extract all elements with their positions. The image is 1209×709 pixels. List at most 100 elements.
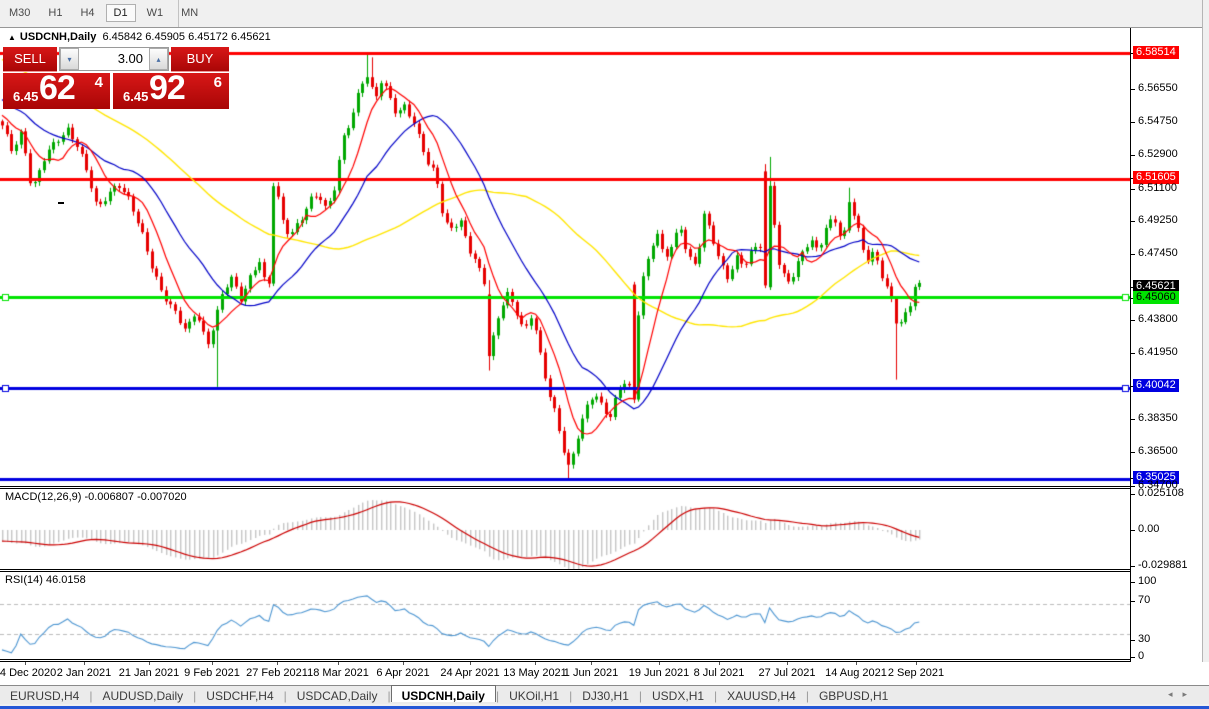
buy-price-digits: 92 (149, 69, 186, 107)
buy-price-display[interactable]: 6.45 92 6 (113, 69, 229, 109)
rsi-axis-tick (1131, 601, 1135, 602)
date-axis-tick (212, 662, 213, 665)
price-level-badge-red: 6.58514 (1133, 46, 1179, 59)
date-axis-tick (470, 662, 471, 665)
date-axis-label: 24 Apr 2021 (440, 667, 500, 679)
date-axis-tick (916, 662, 917, 665)
date-axis-tick (277, 662, 278, 665)
collapse-chart-icon[interactable]: ▲ (8, 33, 16, 42)
sell-price-display[interactable]: 6.45 62 4 (3, 69, 110, 109)
ohlc-open: 6.45842 (102, 31, 143, 43)
buy-price-pip: 6 (213, 74, 222, 91)
price-axis-label: 6.41950 (1138, 346, 1178, 358)
price-axis-tick (1131, 452, 1135, 453)
date-axis-tick (25, 662, 26, 665)
chart-tab-usdcad[interactable]: USDCAD,Daily (287, 687, 388, 704)
rsi-axis-tick (1131, 640, 1135, 641)
macd-axis-label: 0.00 (1138, 523, 1160, 535)
chart-tab-usdchf[interactable]: USDCHF,H4 (196, 687, 283, 704)
sell-price-pip: 4 (94, 74, 103, 91)
price-axis-label: 6.52900 (1138, 148, 1178, 160)
date-axis-label: 21 Jan 2021 (118, 667, 180, 679)
date-axis-label: 8 Jul 2021 (693, 667, 745, 679)
price-level-badge-blue: 6.40042 (1133, 379, 1179, 392)
volume-input[interactable]: 3.00 (79, 48, 149, 70)
trading-terminal-window: M30 H1 H4 D1 W1 MN ▲ USDCNH,Daily 6.45842 6.45… (0, 0, 1209, 709)
volume-decrease-button[interactable]: ▾ (60, 48, 79, 70)
date-axis-label: 2 Jan 2021 (56, 667, 112, 679)
chart-tabbar: EURUSD,H4 | AUDUSD,Daily | USDCHF,H4 | USDCAD,… (0, 685, 1209, 705)
price-axis-label: 6.49250 (1138, 214, 1178, 226)
macd-axis-label: 0.025108 (1138, 487, 1184, 499)
price-axis-tick (1131, 320, 1135, 321)
date-axis-tick (535, 662, 536, 665)
date-axis-tick (149, 662, 150, 665)
chart-tab-gbpusd[interactable]: GBPUSD,H1 (809, 687, 898, 704)
rsi-axis-tick (1131, 582, 1135, 583)
price-axis-label: 6.56550 (1138, 82, 1178, 94)
rsi-axis-label: 30 (1138, 633, 1151, 645)
chart-tab-usdx[interactable]: USDX,H1 (642, 687, 714, 704)
chart-title: ▲ USDCNH,Daily 6.45842 6.45905 6.45172 6.… (8, 31, 271, 43)
one-click-trading-panel: SELL ▾ 3.00 ▴ BUY 6.45 62 4 6.45 92 6 (3, 47, 229, 109)
chart-tab-audusd[interactable]: AUDUSD,Daily (92, 687, 193, 704)
sell-price-digits: 62 (39, 69, 76, 107)
date-axis-tick (787, 662, 788, 665)
date-axis-tick (659, 662, 660, 665)
macd-axis-tick (1131, 566, 1135, 567)
buy-price-prefix: 6.45 (123, 89, 149, 104)
timeframe-button-h1[interactable]: H1 (41, 5, 69, 21)
chart-tab-dj30[interactable]: DJ30,H1 (572, 687, 639, 704)
ohlc-low: 6.45172 (188, 31, 228, 43)
date-axis-label: 27 Feb 2021 (246, 667, 308, 679)
toolbar-divider (178, 0, 179, 27)
date-axis-tick (856, 662, 857, 665)
rsi-panel-canvas[interactable] (0, 572, 1130, 659)
chart-tab-eurusd[interactable]: EURUSD,H4 (0, 687, 89, 704)
price-axis-tick (1131, 122, 1135, 123)
timeframe-button-d1[interactable]: D1 (105, 4, 136, 22)
price-axis-label: 6.43800 (1138, 313, 1178, 325)
chart-tab-usdcnh[interactable]: USDCNH,Daily (390, 685, 496, 703)
price-axis-label: 6.38350 (1138, 412, 1178, 424)
date-axis-tick (403, 662, 404, 665)
date-axis[interactable]: 14 Dec 2020 2 Jan 2021 21 Jan 2021 9 Feb 20… (0, 662, 1209, 685)
date-axis-tick (84, 662, 85, 665)
price-axis-label: 6.54750 (1138, 115, 1178, 127)
price-level-badge-green: 6.45060 (1133, 291, 1179, 304)
window-right-edge (1202, 0, 1209, 704)
price-axis-tick (1131, 486, 1135, 487)
date-axis-label: 1 Jun 2021 (563, 667, 619, 679)
date-axis-label: 9 Feb 2021 (184, 667, 240, 679)
macd-indicator-label: MACD(12,26,9) -0.006807 -0.007020 (5, 491, 187, 503)
date-axis-tick (338, 662, 339, 665)
ohlc-close: 6.45621 (230, 31, 271, 43)
chart-object-dash (58, 202, 64, 204)
timeframe-button-h4[interactable]: H4 (73, 5, 101, 21)
macd-axis-tick (1131, 530, 1135, 531)
ohlc-high: 6.45905 (145, 31, 186, 43)
date-axis-label: 13 May 2021 (503, 667, 567, 679)
date-axis-label: 14 Dec 2020 (0, 667, 57, 679)
chart-symbol-label: USDCNH,Daily (19, 31, 97, 43)
date-axis-label: 18 Mar 2021 (307, 667, 369, 679)
price-axis-tick (1131, 189, 1135, 190)
rsi-indicator-label: RSI(14) 46.0158 (5, 574, 86, 586)
tab-scroll-left-icon[interactable]: ◂ (1168, 689, 1183, 699)
volume-increase-button[interactable]: ▴ (149, 48, 168, 70)
price-axis[interactable]: 6.58514 6.56550 6.54750 6.52900 6.51605 6.511… (1130, 28, 1203, 662)
date-axis-label: 6 Apr 2021 (376, 667, 430, 679)
timeframe-button-w1[interactable]: W1 (140, 5, 171, 21)
date-axis-label: 19 Jun 2021 (628, 667, 690, 679)
price-axis-tick (1131, 221, 1135, 222)
date-axis-tick (591, 662, 592, 665)
price-axis-tick (1131, 353, 1135, 354)
chart-tab-xauusd[interactable]: XAUUSD,H4 (717, 687, 806, 704)
price-axis-label: 6.51100 (1138, 182, 1177, 194)
timeframe-button-m30[interactable]: M30 (2, 5, 37, 21)
date-axis-label: 2 Sep 2021 (887, 667, 945, 679)
price-axis-label: 6.47450 (1138, 247, 1178, 259)
chart-tab-ukoil[interactable]: UKOil,H1 (499, 687, 569, 704)
volume-stepper: ▾ 3.00 ▴ (59, 47, 169, 71)
tab-scroll-right-icon[interactable]: ▸ (1182, 689, 1197, 699)
